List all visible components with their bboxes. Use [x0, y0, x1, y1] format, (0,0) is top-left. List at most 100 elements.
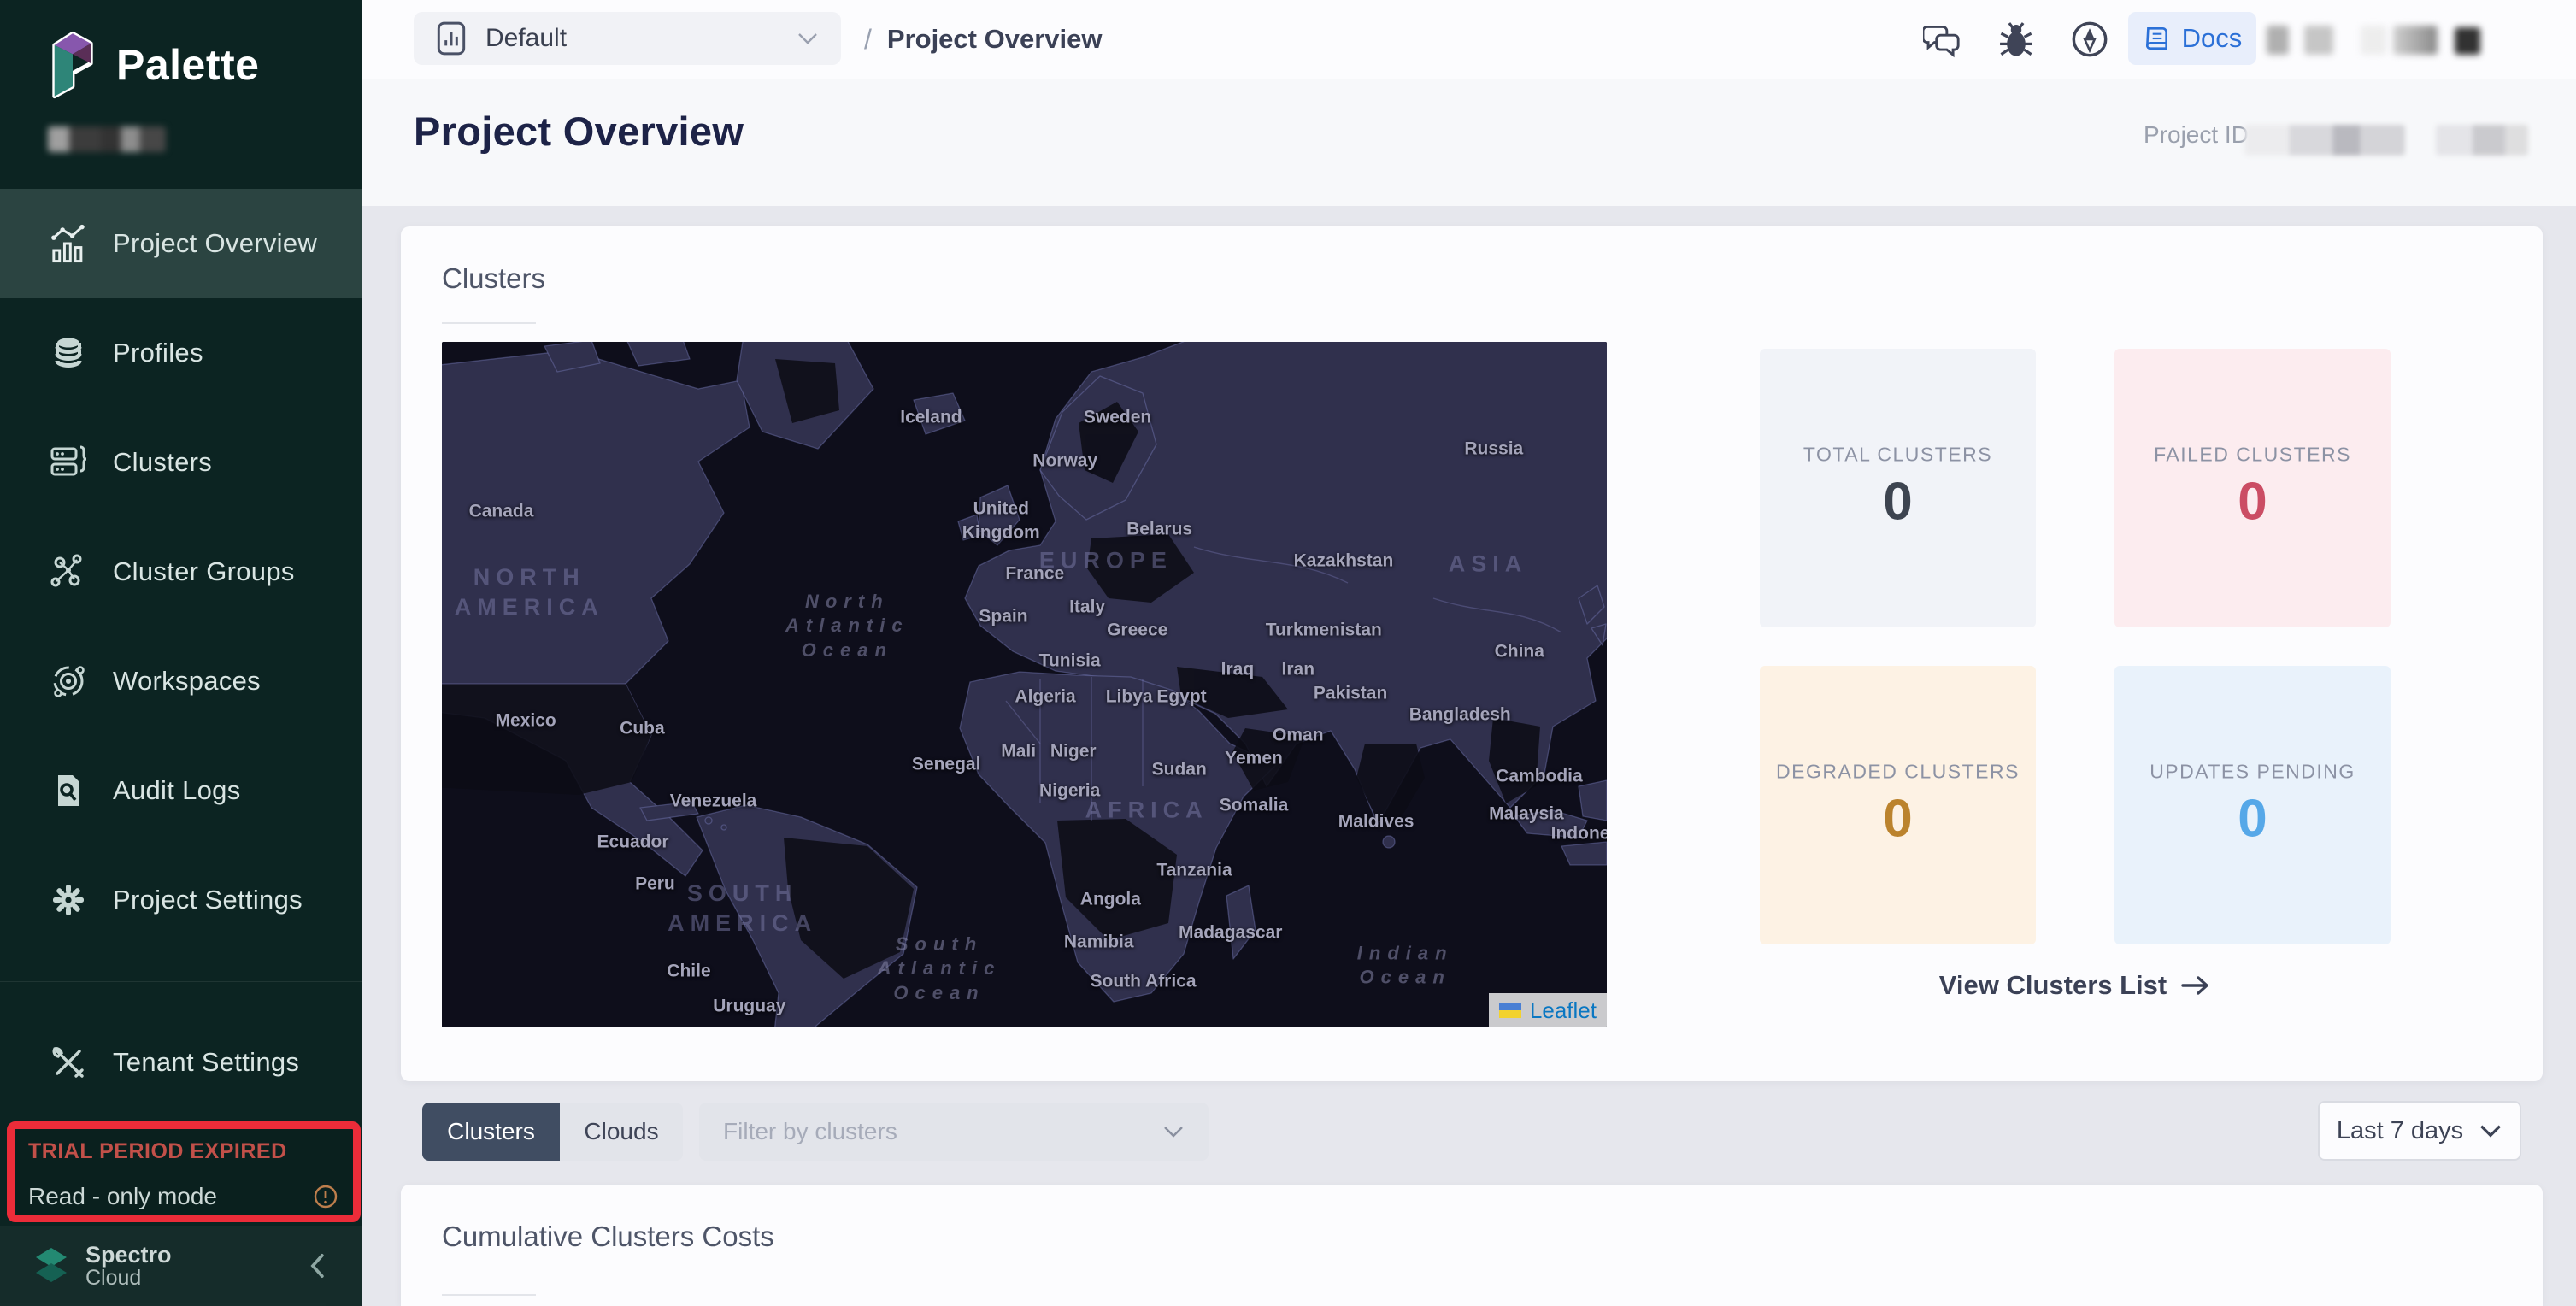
read-only-mode-label: Read - only mode — [28, 1183, 217, 1210]
stat-value: 0 — [1760, 789, 2036, 850]
sidebar-item-label: Tenant Settings — [113, 1047, 299, 1078]
map-label-country: Algeria — [1015, 685, 1075, 709]
map-label-country: Tunisia — [1039, 649, 1101, 672]
costs-card: Cumulative Clusters Costs — [401, 1185, 2543, 1306]
cluster-stats-grid: TOTAL CLUSTERS 0 FAILED CLUSTERS 0 DEGRA… — [1760, 349, 2391, 944]
view-clusters-list-label: View Clusters List — [1939, 970, 2167, 1001]
map-label-country: Egypt — [1156, 685, 1206, 709]
layers-stack-icon — [48, 332, 89, 374]
sidebar-item-audit-logs[interactable]: Audit Logs — [0, 736, 362, 845]
project-selector-dropdown[interactable]: Default — [414, 12, 841, 65]
map-label-country: Peru — [635, 873, 675, 896]
stat-label: TOTAL CLUSTERS — [1760, 443, 2036, 466]
view-clusters-list-link[interactable]: View Clusters List — [1760, 970, 2391, 1001]
explore-compass-button[interactable] — [2069, 19, 2110, 60]
stat-card-updates-pending: UPDATES PENDING 0 — [2114, 666, 2391, 944]
date-range-dropdown[interactable]: Last 7 days — [2318, 1101, 2521, 1161]
chevron-left-icon — [305, 1251, 331, 1280]
chart-overview-icon — [48, 223, 89, 264]
spectro-cloud-logo — [31, 1244, 72, 1287]
map-label-country: Libya — [1106, 685, 1153, 709]
alert-icon — [312, 1183, 339, 1210]
map-label-country: Angola — [1080, 887, 1141, 910]
filter-by-clusters-dropdown[interactable]: Filter by clusters — [699, 1103, 1209, 1161]
map-attribution: Leaflet — [1489, 993, 1607, 1027]
tools-icon — [48, 1042, 89, 1083]
page-title: Project Overview — [414, 108, 744, 155]
map-label-country: Sudan — [1152, 758, 1207, 781]
sidebar-item-project-settings[interactable]: Project Settings — [0, 845, 362, 955]
sidebar-item-clusters[interactable]: Clusters — [0, 408, 362, 517]
stat-label: UPDATES PENDING — [2114, 760, 2391, 783]
document-search-icon — [48, 770, 89, 811]
sidebar-item-tenant-settings[interactable]: Tenant Settings — [0, 1008, 362, 1117]
stat-card-total-clusters: TOTAL CLUSTERS 0 — [1760, 349, 2036, 627]
stat-label: DEGRADED CLUSTERS — [1760, 760, 2036, 783]
section-title-rule — [442, 322, 536, 324]
map-label-country: Spain — [979, 604, 1027, 627]
map-label-ocean: Indian Ocean — [1357, 941, 1454, 990]
map-label-ocean: North Atlantic Ocean — [785, 590, 909, 663]
tab-label: Clouds — [584, 1118, 658, 1145]
tab-clusters[interactable]: Clusters — [422, 1103, 560, 1161]
feedback-chat-button[interactable] — [1922, 19, 1963, 60]
chevron-down-icon — [797, 32, 819, 45]
map-label-region: NORTH AMERICA — [455, 562, 604, 622]
map-label-country: Pakistan — [1314, 682, 1387, 705]
map-label-country: Italy — [1069, 595, 1105, 618]
redacted-topbar-item — [2455, 27, 2480, 55]
page-header: Project Overview Project ID: — [362, 79, 2576, 206]
bug-report-button[interactable] — [1996, 19, 2037, 60]
stat-card-failed-clusters: FAILED CLUSTERS 0 — [2114, 349, 2391, 627]
sidebar-collapse-button[interactable] — [305, 1251, 331, 1280]
brand-name: Palette — [116, 40, 259, 90]
sidebar-item-label: Project Overview — [113, 228, 317, 259]
sidebar-item-profiles[interactable]: Profiles — [0, 298, 362, 408]
stat-card-degraded-clusters: DEGRADED CLUSTERS 0 — [1760, 666, 2036, 944]
map-label-country: Namibia — [1064, 930, 1134, 953]
sidebar-item-project-overview[interactable]: Project Overview — [0, 189, 362, 298]
sidebar-item-label: Audit Logs — [113, 775, 241, 806]
map-label-country: Ecuador — [597, 830, 669, 853]
clusters-world-map[interactable]: NORTH AMERICAEUROPEASIAAFRICASOUTH AMERI… — [442, 342, 1607, 1027]
redacted-topbar-item — [2267, 26, 2289, 55]
sidebar: Palette Project Overview — [0, 0, 362, 1306]
filter-placeholder: Filter by clusters — [723, 1118, 897, 1145]
tab-clouds[interactable]: Clouds — [560, 1103, 683, 1161]
sidebar-item-workspaces[interactable]: Workspaces — [0, 627, 362, 736]
chevron-down-icon — [2479, 1123, 2502, 1138]
breadcrumb: / Project Overview — [864, 0, 1102, 79]
map-label-region: AFRICA — [1085, 795, 1209, 825]
chat-icon — [1923, 21, 1962, 58]
section-title-rule — [442, 1294, 536, 1296]
sidebar-item-label: Profiles — [113, 338, 203, 368]
palette-logo-icon — [48, 29, 97, 101]
map-label-country: Russia — [1464, 437, 1523, 460]
trial-expired-banner: TRIAL PERIOD EXPIRED Read - only mode — [7, 1121, 361, 1222]
map-label-country: Sweden — [1084, 406, 1151, 429]
map-label-country: Tanzania — [1156, 858, 1232, 881]
map-label-ocean: South Atlantic Ocean — [878, 932, 1002, 1006]
map-label-country: United Kingdom — [962, 497, 1040, 544]
sidebar-item-label: Cluster Groups — [113, 556, 295, 587]
palette-logo: Palette — [48, 29, 259, 101]
gear-icon — [48, 879, 89, 921]
map-label-country: Niger — [1050, 739, 1097, 762]
map-label-country: Iran — [1282, 657, 1315, 680]
map-label-country: Somalia — [1220, 793, 1289, 816]
map-label-country: Madagascar — [1179, 921, 1282, 944]
map-label-country: Chile — [667, 960, 710, 983]
sidebar-nav: Project Overview Profiles — [0, 189, 362, 1117]
main-content: Clusters — [362, 206, 2576, 1306]
orbit-target-icon — [48, 661, 89, 702]
map-label-country: South Africa — [1090, 970, 1196, 993]
stat-value: 0 — [2114, 789, 2391, 850]
docs-book-icon — [2143, 24, 2172, 53]
map-label-country: Mexico — [496, 709, 556, 732]
leaflet-attribution-link[interactable]: Leaflet — [1530, 997, 1597, 1024]
sidebar-item-cluster-groups[interactable]: Cluster Groups — [0, 517, 362, 627]
costs-section-title: Cumulative Clusters Costs — [442, 1221, 774, 1253]
docs-button[interactable]: Docs — [2128, 12, 2256, 65]
map-label-region: ASIA — [1449, 549, 1528, 579]
map-label-country: Turkmenistan — [1266, 618, 1382, 641]
